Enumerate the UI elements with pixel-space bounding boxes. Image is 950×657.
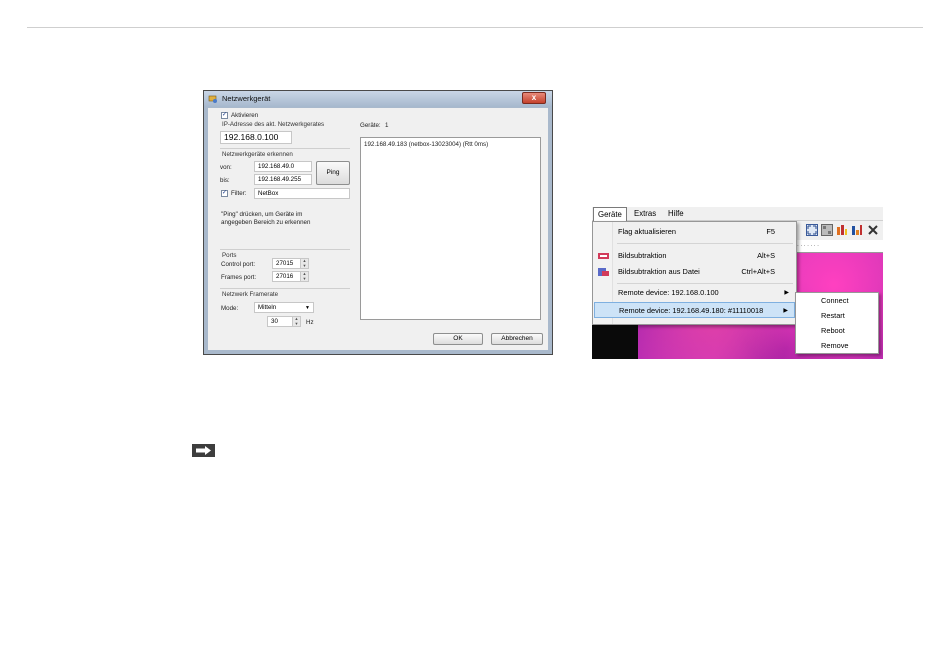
dialog-client: ✓ Aktivieren IP-Adresse des akt. Netzwer…	[208, 108, 548, 350]
mode-label: Mode:	[221, 305, 239, 312]
note-arrow-icon	[192, 444, 215, 457]
submenu-arrow-icon: ▶	[784, 290, 789, 296]
ports-section-label: Ports	[222, 252, 237, 259]
list-item[interactable]: 192.168.49.183 (netbox-13023004) (Rtt 0m…	[364, 141, 488, 148]
menu-item-bildsubtraktion[interactable]: Bildsubtraktion Alt+S	[594, 248, 795, 264]
remote-device-submenu: Connect Restart Reboot Remove	[795, 292, 879, 354]
shortcut-label: Alt+S	[757, 251, 775, 260]
menu-geraete[interactable]: Geräte	[593, 207, 627, 221]
palette-icon[interactable]	[836, 224, 848, 236]
discover-section-label: Netzwerkgeräte erkennen	[222, 151, 293, 158]
frames-port-stepper[interactable]: 27016 ▲ ▼	[272, 271, 309, 282]
network-device-icon	[208, 95, 217, 103]
ip-section-label: IP-Adresse des akt. Netzwerkgerates	[222, 121, 325, 128]
close-button[interactable]: x	[522, 92, 546, 104]
shortcut-label: Ctrl+Alt+S	[741, 267, 775, 276]
menu-separator	[617, 283, 793, 284]
hint-line-1: "Ping" drücken, um Geräte im	[221, 211, 303, 218]
devices-list[interactable]: 192.168.49.183 (netbox-13023004) (Rtt 0m…	[360, 137, 541, 320]
geraete-dropdown: Flag aktualisieren F5 Bildsubtraktion Al…	[592, 221, 797, 325]
framerate-value: 30	[271, 318, 278, 325]
menu-screenshot: Geräte Extras Hilfe · · · · · · · Flag a…	[592, 207, 883, 359]
menu-hilfe[interactable]: Hilfe	[664, 207, 688, 221]
spinner-icon[interactable]: ▲ ▼	[300, 271, 308, 281]
mode-value: Mitteln	[258, 304, 277, 311]
grid-icon[interactable]	[821, 224, 833, 236]
from-ip-field[interactable]: 192.168.49.0	[254, 161, 312, 172]
menu-item-remote-device-1[interactable]: Remote device: 192.168.0.100 ▶	[594, 285, 795, 301]
network-device-dialog: Netzwerkgerät x ✓ Aktivieren IP-Adresse …	[203, 90, 553, 355]
menu-item-flag-aktualisieren[interactable]: Flag aktualisieren F5	[594, 224, 795, 240]
dialog-title: Netzwerkgerät	[222, 94, 271, 103]
menu-item-bildsubtraktion-aus-datei[interactable]: Bildsubtraktion aus Datei Ctrl+Alt+S	[594, 264, 795, 280]
menubar: Geräte Extras Hilfe	[592, 207, 883, 221]
devices-count: 1	[385, 122, 389, 129]
devices-label: Geräte:	[360, 122, 381, 129]
toolbar	[797, 221, 883, 240]
activate-checkbox[interactable]: ✓	[221, 112, 228, 119]
divider	[220, 148, 350, 149]
histogram-icon[interactable]	[851, 224, 863, 236]
divider	[220, 249, 350, 250]
dialog-titlebar[interactable]: Netzwerkgerät x	[204, 91, 552, 107]
menu-item-label: Bildsubtraktion	[618, 251, 667, 260]
menu-item-label: Flag aktualisieren	[618, 227, 676, 236]
framerate-section-label: Netzwerk Framerate	[222, 291, 279, 298]
menu-extras[interactable]: Extras	[630, 207, 660, 221]
frames-port-value: 27016	[276, 273, 294, 280]
filter-field[interactable]: NetBox	[254, 188, 350, 199]
menu-item-label: Bildsubtraktion aus Datei	[618, 267, 700, 276]
ok-button[interactable]: OK	[433, 333, 483, 345]
restart-menu-item[interactable]: Restart	[821, 308, 845, 323]
hz-unit-label: Hz	[306, 319, 314, 326]
filter-checkbox[interactable]: ✓	[221, 190, 228, 197]
menu-item-label: Remote device: 192.168.49.180: #11110018	[619, 306, 764, 315]
reboot-menu-item[interactable]: Reboot	[821, 323, 845, 338]
hint-line-2: angegeben Bereich zu erkennen	[221, 219, 311, 226]
menu-separator	[617, 243, 793, 244]
menu-item-label: Remote device: 192.168.0.100	[618, 288, 719, 297]
control-port-label: Control port:	[221, 261, 256, 268]
mode-select[interactable]: Mitteln ▼	[254, 302, 314, 313]
remove-menu-item[interactable]: Remove	[821, 338, 849, 353]
fullscreen-icon[interactable]	[806, 224, 818, 236]
spinner-icon[interactable]: ▲ ▼	[292, 316, 300, 326]
control-port-value: 27015	[276, 260, 294, 267]
framerate-stepper[interactable]: 30 ▲ ▼	[267, 316, 301, 327]
cancel-button[interactable]: Abbrechen	[491, 333, 543, 345]
spinner-icon[interactable]: ▲ ▼	[300, 258, 308, 268]
tools-icon[interactable]	[867, 224, 879, 236]
chevron-down-icon: ▼	[305, 305, 310, 311]
ping-button[interactable]: Ping	[316, 161, 350, 185]
header-rule	[27, 27, 923, 28]
from-label: von:	[220, 164, 232, 171]
divider	[220, 288, 350, 289]
activate-label: Aktivieren	[231, 112, 259, 119]
scale-ruler: · · · · · · ·	[797, 240, 883, 253]
to-label: bis:	[220, 177, 230, 184]
control-port-stepper[interactable]: 27015 ▲ ▼	[272, 258, 309, 269]
image-subtraction-icon	[598, 253, 609, 259]
shortcut-label: F5	[766, 227, 775, 236]
menu-item-remote-device-2[interactable]: Remote device: 192.168.49.180: #11110018…	[594, 302, 795, 318]
frames-port-label: Frames port:	[221, 274, 257, 281]
ip-address-field[interactable]: 192.168.0.100	[220, 131, 292, 144]
filter-label: Filter:	[231, 190, 247, 197]
submenu-arrow-icon: ▶	[783, 308, 788, 314]
image-file-subtraction-icon	[598, 268, 609, 276]
to-ip-field[interactable]: 192.168.49.255	[254, 174, 312, 185]
connect-menu-item[interactable]: Connect	[821, 293, 849, 308]
